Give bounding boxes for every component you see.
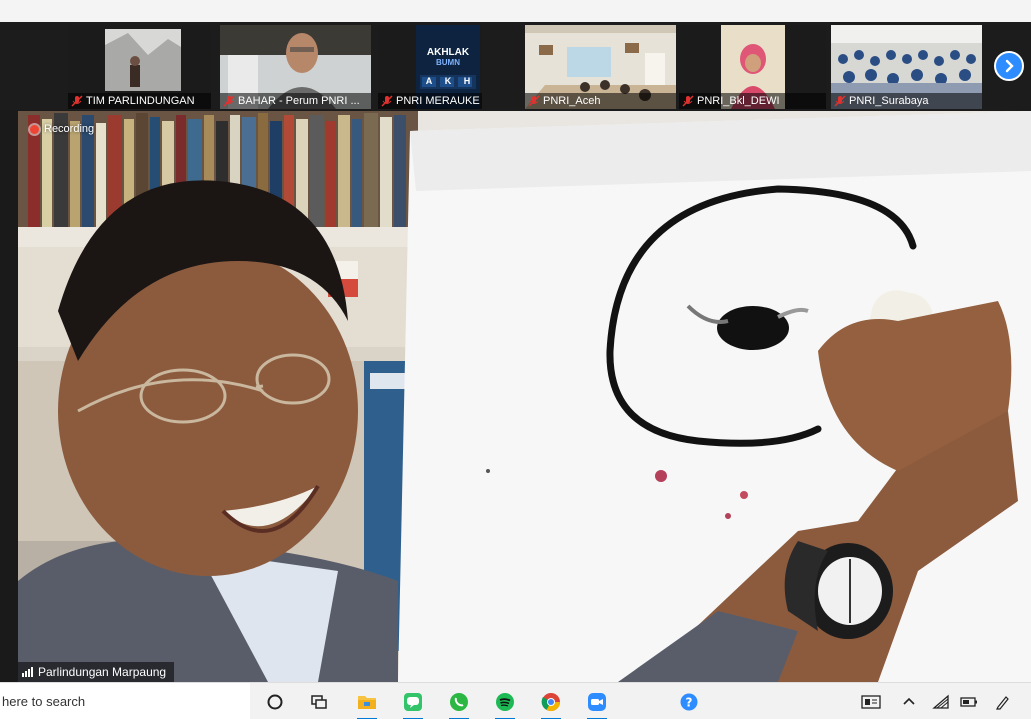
participant-name-bar: PNRI MERAUKE xyxy=(378,93,482,109)
participant-name: PNRI_Surabaya xyxy=(849,95,929,107)
muted-mic-icon xyxy=(71,95,83,107)
zoom-icon[interactable] xyxy=(584,689,610,719)
poster-letter: K xyxy=(444,76,452,86)
poster-letter: H xyxy=(463,76,471,86)
participant-tile[interactable]: PNRI_Aceh xyxy=(525,25,676,109)
search-input[interactable] xyxy=(2,694,242,709)
pen-icon[interactable] xyxy=(992,691,1014,713)
speaker-name: Parlindungan Marpaung xyxy=(38,665,167,679)
recording-indicator: Recording xyxy=(30,123,94,135)
top-strip xyxy=(0,0,1031,22)
participant-name-bar: PNRI_Aceh xyxy=(525,93,676,109)
participant-gallery: TIM PARLINDUNGAN BAHAR - Perum PNRI ... xyxy=(0,22,1031,110)
poster-line-2: BUMN xyxy=(436,58,460,67)
battery-icon[interactable] xyxy=(958,691,980,713)
windows-taskbar: ? xyxy=(0,682,1031,719)
chevron-up-icon[interactable] xyxy=(898,691,920,713)
active-speaker-video: Recording Parlindungan Marpaung xyxy=(18,111,1031,682)
participant-tile[interactable]: AKHLAK BUMN A K H PNRI MERAUKE xyxy=(378,25,482,109)
line-messenger-icon[interactable] xyxy=(400,689,426,719)
participant-name-bar: BAHAR - Perum PNRI ... xyxy=(220,93,371,109)
participant-tile[interactable]: PNRI_Bkl_DEWI xyxy=(679,25,826,109)
participant-name: BAHAR - Perum PNRI ... xyxy=(238,95,360,107)
participant-tile[interactable]: BAHAR - Perum PNRI ... xyxy=(220,25,371,109)
participant-name: PNRI MERAUKE xyxy=(396,95,480,107)
muted-mic-icon xyxy=(834,95,846,107)
poster-letter: A xyxy=(425,76,433,86)
cortana-icon[interactable] xyxy=(262,689,288,715)
recording-dot-icon xyxy=(30,124,39,134)
marker-drawing-eye xyxy=(717,306,789,350)
zoom-meeting-window: TIM PARLINDUNGAN BAHAR - Perum PNRI ... xyxy=(0,0,1031,719)
speaker-name-tag: Parlindungan Marpaung xyxy=(18,662,175,682)
help-icon[interactable]: ? xyxy=(676,689,702,715)
muted-mic-icon xyxy=(381,95,393,107)
participant-name: PNRI_Aceh xyxy=(543,95,601,107)
muted-mic-icon xyxy=(528,95,540,107)
recording-label: Recording xyxy=(44,123,95,135)
muted-mic-icon xyxy=(682,95,694,107)
participant-name-bar: PNRI_Bkl_DEWI xyxy=(679,93,826,109)
file-explorer-icon[interactable] xyxy=(354,689,380,719)
wifi-icon[interactable] xyxy=(930,691,952,713)
taskbar-search[interactable] xyxy=(0,683,250,719)
muted-mic-icon xyxy=(223,95,235,107)
spotify-icon[interactable] xyxy=(492,689,518,719)
chrome-icon[interactable] xyxy=(538,689,564,719)
poster-letters: A K H xyxy=(422,76,474,86)
whatsapp-icon[interactable] xyxy=(446,689,472,719)
svg-text:?: ? xyxy=(686,696,693,710)
participant-tile[interactable]: TIM PARLINDUNGAN xyxy=(68,25,211,109)
speaker-video-frame xyxy=(18,111,1031,682)
chevron-right-icon xyxy=(1005,59,1014,73)
next-page-button[interactable] xyxy=(994,51,1024,81)
news-icon[interactable] xyxy=(860,691,882,713)
connection-signal-icon xyxy=(22,667,33,677)
participant-name-bar: TIM PARLINDUNGAN xyxy=(68,93,211,109)
participant-name-bar: PNRI_Surabaya xyxy=(831,93,982,109)
task-view-icon[interactable] xyxy=(306,689,332,715)
poster-line-1: AKHLAK xyxy=(426,47,470,58)
participant-name: TIM PARLINDUNGAN xyxy=(86,95,195,107)
participant-name: PNRI_Bkl_DEWI xyxy=(697,95,780,107)
participant-tile[interactable]: PNRI_Surabaya xyxy=(831,25,982,109)
poster-text: AKHLAK BUMN xyxy=(418,47,478,67)
